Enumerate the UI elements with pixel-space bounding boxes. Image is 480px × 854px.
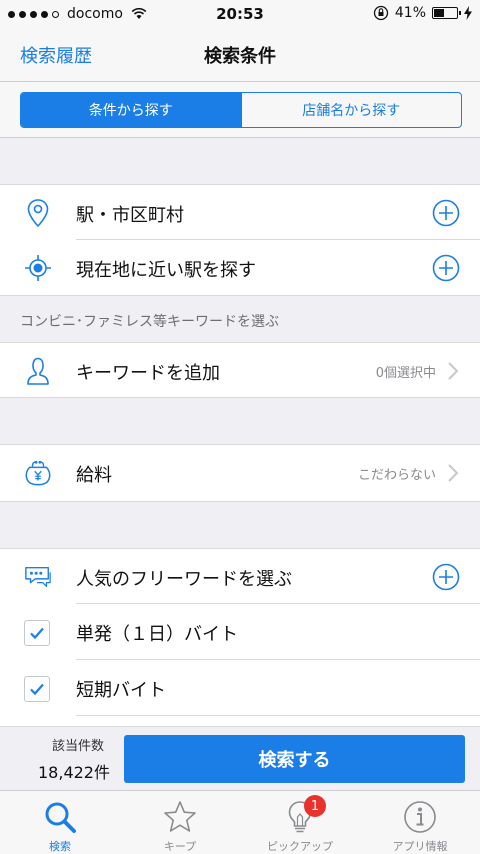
nav-bar: 検索履歴 検索条件 bbox=[0, 28, 480, 82]
result-count-value: 18,422件 bbox=[38, 763, 110, 782]
search-mode-segmented-control: 条件から探す 店舗名から探す bbox=[20, 92, 462, 128]
notification-badge: 1 bbox=[304, 795, 326, 817]
rotation-lock-icon bbox=[373, 5, 389, 21]
tab-bar: 検索 キープ 1 ピックアップ アプリ情報 bbox=[0, 790, 480, 854]
tab-label: 検索 bbox=[49, 840, 71, 853]
add-circle-icon[interactable] bbox=[432, 199, 460, 227]
star-icon bbox=[160, 797, 200, 837]
chevron-right-icon bbox=[448, 362, 459, 380]
chat-bubble-icon bbox=[24, 563, 52, 591]
add-circle-icon[interactable] bbox=[432, 254, 460, 282]
section-gap bbox=[0, 138, 480, 184]
result-count-label: 該当件数 bbox=[52, 739, 105, 754]
keyword-row[interactable]: キーワードを追加 0個選択中 bbox=[0, 342, 480, 398]
section-gap bbox=[0, 398, 480, 444]
salary-row[interactable]: 給料 こだわらない bbox=[0, 444, 480, 502]
current-location-icon bbox=[24, 254, 52, 282]
salary-label: 給料 bbox=[76, 465, 112, 486]
checkmark-icon bbox=[30, 683, 44, 696]
salary-value: こだわらない bbox=[357, 468, 436, 483]
checkmark-icon bbox=[30, 627, 44, 640]
tab-keep[interactable]: キープ bbox=[120, 791, 240, 854]
segment-by-condition[interactable]: 条件から探す bbox=[21, 93, 241, 127]
keyword-label: キーワードを追加 bbox=[76, 363, 220, 384]
section-gap bbox=[0, 502, 480, 548]
checkbox-row[interactable]: 短期バイト bbox=[0, 660, 480, 726]
battery-percent: 41% bbox=[394, 5, 426, 21]
page-title: 検索条件 bbox=[204, 46, 276, 67]
add-circle-icon[interactable] bbox=[432, 563, 460, 591]
search-icon bbox=[40, 797, 80, 837]
checkbox[interactable] bbox=[24, 676, 50, 702]
person-icon bbox=[24, 357, 52, 385]
info-icon bbox=[400, 797, 440, 837]
tab-label: ピックアップ bbox=[267, 840, 333, 853]
station-label: 駅・市区町村 bbox=[76, 205, 184, 226]
tab-label: アプリ情報 bbox=[392, 840, 448, 853]
checkbox-label: 単発（１日）バイト bbox=[76, 624, 238, 645]
nearby-station-row[interactable]: 現在地に近い駅を探す bbox=[0, 240, 480, 296]
tab-search[interactable]: 検索 bbox=[0, 791, 120, 854]
checkbox[interactable] bbox=[24, 620, 50, 646]
checkbox-row[interactable]: 単発（１日）バイト bbox=[0, 604, 480, 660]
wallet-icon bbox=[24, 459, 52, 487]
divider bbox=[76, 715, 480, 716]
lightbulb-icon: 1 bbox=[280, 795, 326, 837]
search-button[interactable]: 検索する bbox=[124, 735, 465, 783]
segment-container: 条件から探す 店舗名から探す bbox=[0, 82, 480, 138]
tab-app-info[interactable]: アプリ情報 bbox=[360, 791, 480, 854]
station-row[interactable]: 駅・市区町村 bbox=[0, 184, 480, 240]
tab-pickup[interactable]: 1 ピックアップ bbox=[240, 791, 360, 854]
popular-freeword-row[interactable]: 人気のフリーワードを選ぶ bbox=[0, 548, 480, 604]
status-bar: docomo 20:53 41% bbox=[0, 0, 480, 28]
keyword-section-header: コンビニ･ファミレス等キーワードを選ぶ bbox=[0, 296, 480, 342]
popular-freeword-label: 人気のフリーワードを選ぶ bbox=[76, 569, 292, 590]
checkbox-label: 短期バイト bbox=[76, 680, 166, 701]
keyword-count-value: 0個選択中 bbox=[375, 366, 436, 381]
chevron-right-icon bbox=[448, 464, 459, 482]
tab-label: キープ bbox=[163, 840, 197, 853]
search-action-bar: 該当件数 18,422件 検索する bbox=[0, 726, 480, 790]
segment-by-store-name[interactable]: 店舗名から探す bbox=[240, 93, 462, 127]
status-right: 41% bbox=[373, 5, 472, 21]
charging-icon bbox=[464, 6, 472, 20]
location-pin-icon bbox=[24, 199, 52, 227]
nearby-station-label: 現在地に近い駅を探す bbox=[76, 260, 256, 281]
battery-icon bbox=[432, 7, 461, 19]
